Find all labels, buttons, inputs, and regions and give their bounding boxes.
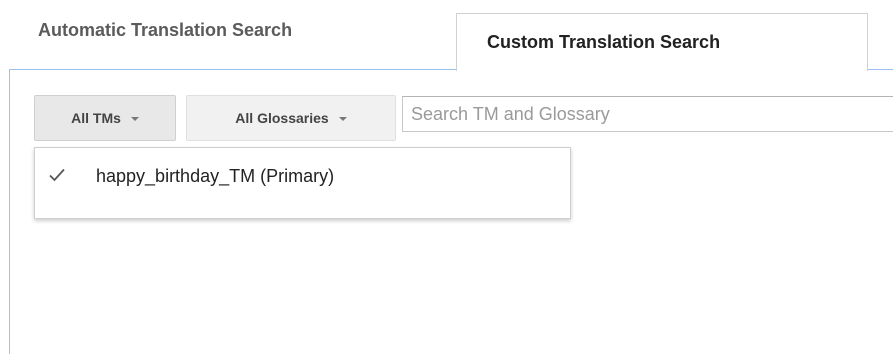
panel-border-top-right (868, 69, 893, 70)
search-tm-glossary-input[interactable] (402, 96, 893, 132)
tm-dropdown-menu: happy_birthday_TM (Primary) (34, 147, 571, 219)
check-icon (49, 168, 65, 182)
chevron-down-icon (130, 117, 139, 121)
panel-border-left (9, 69, 10, 354)
all-tms-dropdown-button[interactable]: All TMs (34, 95, 176, 141)
all-glossaries-dropdown-button[interactable]: All Glossaries (186, 95, 396, 141)
tab-custom-translation-search[interactable]: Custom Translation Search (456, 13, 868, 71)
all-tms-label: All TMs (71, 110, 121, 126)
translation-search-widget: Automatic Translation Search Custom Tran… (0, 0, 893, 354)
panel-border-top (9, 69, 456, 70)
tab-automatic-label: Automatic Translation Search (38, 19, 293, 40)
all-glossaries-label: All Glossaries (235, 110, 329, 126)
menu-item-happy-birthday-tm[interactable]: happy_birthday_TM (Primary) (35, 158, 570, 194)
tab-custom-label: Custom Translation Search (487, 32, 721, 52)
chevron-down-icon (338, 117, 347, 121)
menu-item-label: happy_birthday_TM (Primary) (96, 165, 335, 186)
tab-automatic-translation-search[interactable]: Automatic Translation Search (38, 0, 458, 60)
